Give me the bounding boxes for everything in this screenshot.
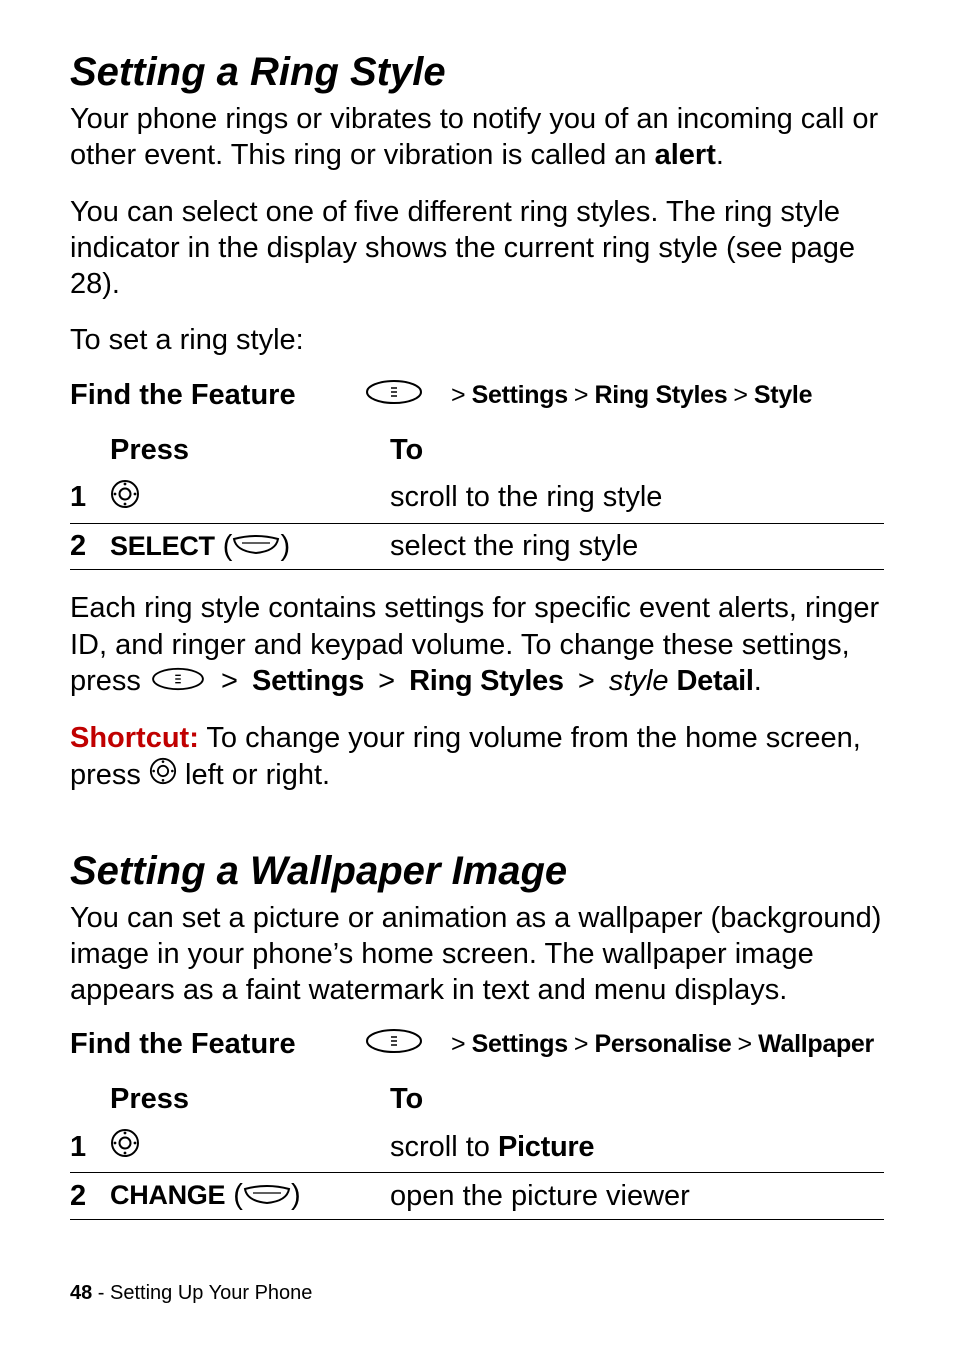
- path-seg: Ring Styles: [594, 381, 727, 410]
- find-feature-row-1: Find the Feature > Settings > Ring Style…: [70, 379, 884, 412]
- path-sep: >: [378, 665, 395, 697]
- text: ): [291, 1179, 301, 1211]
- find-feature-row-2: Find the Feature > Settings > Personalis…: [70, 1028, 884, 1061]
- nav-key-icon: [110, 1128, 140, 1166]
- steps-table-1: Press To 1 scroll to the ring style 2 SE…: [70, 430, 884, 571]
- step-press: CHANGE ( ): [110, 1173, 390, 1220]
- path-sep: >: [574, 1030, 589, 1059]
- path-seg: Detail: [677, 665, 754, 697]
- nav-key-icon: [110, 479, 140, 517]
- step-to: select the ring style: [390, 523, 884, 570]
- path-seg: Style: [754, 381, 812, 410]
- menu-key-icon: [149, 664, 207, 700]
- section1-para3: To set a ring style:: [70, 322, 884, 358]
- find-feature-path: > Settings > Personalise > Wallpaper: [365, 1028, 874, 1061]
- step-num: 2: [70, 523, 110, 570]
- step-press: [110, 473, 390, 524]
- text: Your phone rings or vibrates to notify y…: [70, 103, 878, 171]
- path-seg: Settings: [252, 665, 364, 697]
- menu-key-icon: [365, 379, 423, 412]
- table-row: 2 CHANGE ( ) open the picture viewer: [70, 1173, 884, 1220]
- page-footer: 48 - Setting Up Your Phone: [70, 1282, 312, 1305]
- step-num: 1: [70, 473, 110, 524]
- step-press: SELECT ( ): [110, 523, 390, 570]
- text: -: [92, 1282, 110, 1304]
- step-to: open the picture viewer: [390, 1173, 884, 1220]
- section1-after1: Each ring style contains settings for sp…: [70, 590, 884, 700]
- softkey-label: SELECT: [110, 531, 215, 561]
- step-press: [110, 1122, 390, 1173]
- nav-key-icon: [149, 757, 177, 794]
- text: left or right.: [177, 759, 330, 791]
- table-row: 2 SELECT ( ) select the ring style: [70, 523, 884, 570]
- text: scroll to: [390, 1131, 498, 1163]
- path-sep: >: [574, 381, 589, 410]
- softkey-icon: [243, 1180, 291, 1213]
- page-number: 48: [70, 1282, 92, 1304]
- path-seg: Wallpaper: [758, 1030, 874, 1059]
- path-sep: >: [221, 665, 238, 697]
- path-seg: Settings: [472, 1030, 568, 1059]
- section2-title: Setting a Wallpaper Image: [70, 849, 884, 894]
- softkey-label: CHANGE: [110, 1180, 225, 1210]
- find-feature-path: > Settings > Ring Styles > Style: [365, 379, 812, 412]
- path-sep: >: [451, 381, 466, 410]
- col-to-header: To: [390, 1079, 884, 1122]
- section1-para1: Your phone rings or vibrates to notify y…: [70, 101, 884, 174]
- style-placeholder: style: [609, 665, 669, 697]
- path-seg: Settings: [472, 381, 568, 410]
- page: Setting a Ring Style Your phone rings or…: [0, 0, 954, 1345]
- path-sep: >: [733, 381, 748, 410]
- find-feature-label: Find the Feature: [70, 1028, 365, 1061]
- section1-title: Setting a Ring Style: [70, 50, 884, 95]
- footer-section: Setting Up Your Phone: [110, 1282, 312, 1304]
- path-sep: >: [578, 665, 595, 697]
- find-feature-label: Find the Feature: [70, 379, 365, 412]
- step-num: 1: [70, 1122, 110, 1173]
- text: .: [716, 139, 724, 171]
- path-seg: Personalise: [594, 1030, 731, 1059]
- path-seg: Ring Styles: [409, 665, 564, 697]
- path-sep: >: [451, 1030, 466, 1059]
- col-press-header: Press: [110, 430, 390, 473]
- step-to: scroll to Picture: [390, 1122, 884, 1173]
- text: (: [233, 1179, 243, 1211]
- term-alert: alert: [655, 139, 716, 171]
- steps-table-2: Press To 1 scroll to Picture 2 CHANGE ( …: [70, 1079, 884, 1220]
- menu-key-icon: [365, 1028, 423, 1061]
- col-to-header: To: [390, 430, 884, 473]
- text: (: [223, 530, 233, 562]
- shortcut-label: Shortcut:: [70, 722, 199, 754]
- table-header-row: Press To: [70, 430, 884, 473]
- col-press-header: Press: [110, 1079, 390, 1122]
- table-header-row: Press To: [70, 1079, 884, 1122]
- text: ): [280, 530, 290, 562]
- step-num: 2: [70, 1173, 110, 1220]
- path-sep: >: [738, 1030, 753, 1059]
- section1-para2: You can select one of five different rin…: [70, 194, 884, 303]
- text: .: [754, 665, 762, 697]
- section2-para1: You can set a picture or animation as a …: [70, 900, 884, 1009]
- menu-item-picture: Picture: [498, 1131, 594, 1163]
- softkey-icon: [232, 530, 280, 563]
- section1-shortcut: Shortcut: To change your ring volume fro…: [70, 720, 884, 794]
- table-row: 1 scroll to the ring style: [70, 473, 884, 524]
- table-row: 1 scroll to Picture: [70, 1122, 884, 1173]
- step-to: scroll to the ring style: [390, 473, 884, 524]
